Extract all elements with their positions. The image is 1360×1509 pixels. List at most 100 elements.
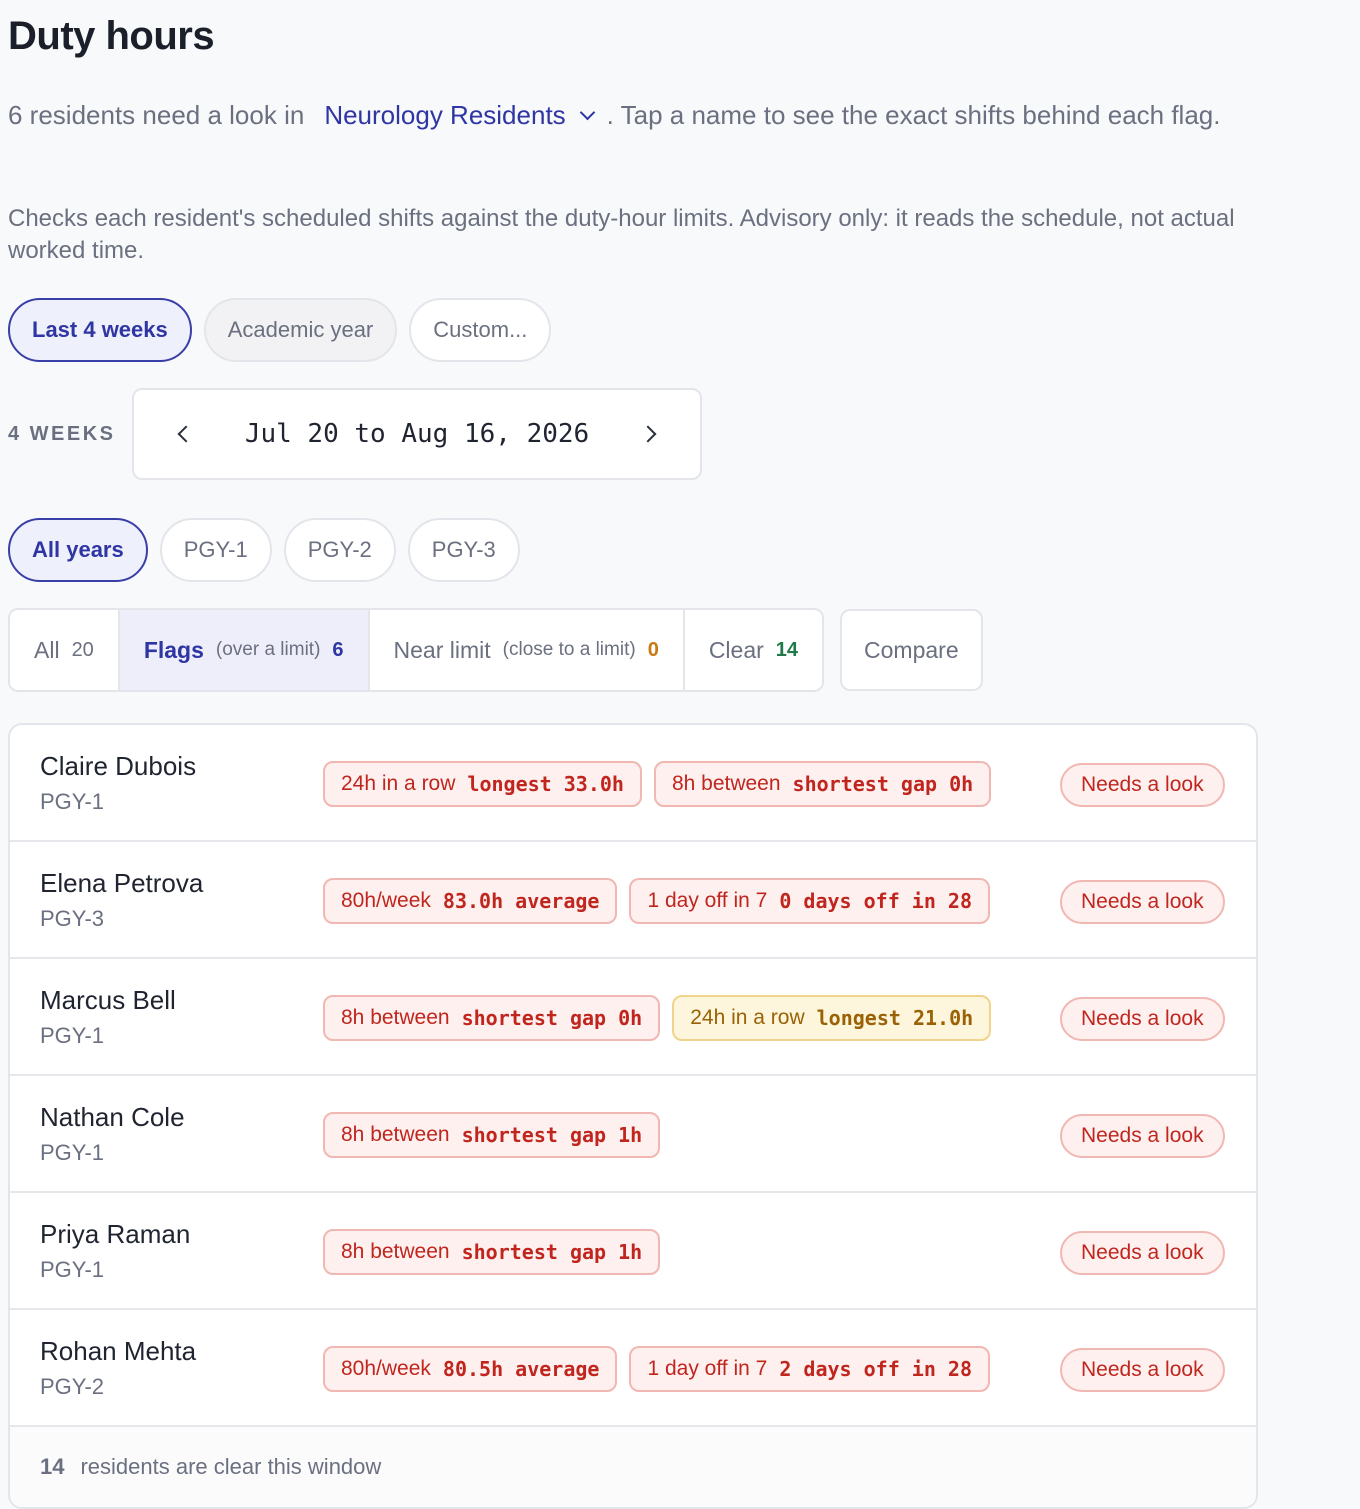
clear-summary: 14 residents are clear this window: [10, 1427, 1256, 1507]
date-range-row: 4 WEEKS Jul 20 to Aug 16, 2026: [8, 388, 702, 480]
flag-chips: 80h/week 83.0h average 1 day off in 7 0 …: [323, 878, 990, 924]
tab-all-label: All: [34, 636, 60, 663]
resident-year: PGY-2: [40, 1374, 105, 1399]
year-filter-pgy-1[interactable]: PGY-1: [159, 518, 272, 582]
chevron-left-icon: [177, 425, 195, 443]
status-badge: Needs a look: [1060, 880, 1225, 924]
tab-clear[interactable]: Clear 14: [685, 610, 822, 690]
flag-chips: 24h in a row longest 33.0h 8h between sh…: [323, 761, 992, 807]
page-title: Duty hours: [8, 14, 215, 58]
tab-all[interactable]: All 20: [10, 610, 120, 690]
flag-value: 83.0h average: [442, 889, 600, 913]
resident-row[interactable]: Rohan Mehta PGY-2 80h/week 80.5h average…: [10, 1310, 1256, 1427]
chevron-right-icon: [639, 425, 657, 443]
date-range-text: Jul 20 to Aug 16, 2026: [244, 419, 590, 449]
resident-name[interactable]: Rohan Mehta: [40, 1336, 196, 1367]
flag-chip: 1 day off in 7 0 days off in 28: [629, 878, 990, 924]
tab-near-limit[interactable]: Near limit (close to a limit) 0: [370, 610, 685, 690]
flag-chips: 8h between shortest gap 1h: [323, 1112, 661, 1158]
status-badge: Needs a look: [1060, 1348, 1225, 1392]
status-badge: Needs a look: [1060, 997, 1225, 1041]
tab-near-count: 0: [647, 638, 659, 661]
flag-value: 80.5h average: [442, 1357, 600, 1381]
resident-year: PGY-1: [40, 789, 105, 814]
resident-year: PGY-3: [40, 906, 105, 931]
flag-value: shortest gap 0h: [461, 1006, 643, 1030]
flag-chip: 8h between shortest gap 0h: [653, 761, 992, 807]
resident-row[interactable]: Elena Petrova PGY-3 80h/week 83.0h avera…: [10, 842, 1256, 959]
year-filter-pgy-3[interactable]: PGY-3: [407, 518, 520, 582]
page-description: Checks each resident's scheduled shifts …: [8, 205, 1235, 264]
flag-rule: 1 day off in 7: [647, 889, 768, 912]
flag-value: longest 21.0h: [816, 1006, 974, 1030]
compare-button[interactable]: Compare: [840, 609, 983, 691]
resident-year: PGY-1: [40, 1140, 105, 1165]
tab-flags-count: 6: [332, 638, 344, 661]
next-range-button[interactable]: [636, 420, 664, 448]
flag-chip: 80h/week 80.5h average: [323, 1346, 618, 1392]
tab-clear-count: 14: [775, 638, 799, 661]
clear-summary-text: residents are clear this window: [80, 1454, 382, 1479]
flag-value: 0 days off in 28: [779, 889, 972, 913]
flag-value: 2 days off in 28: [779, 1357, 972, 1381]
resident-name[interactable]: Marcus Bell: [40, 985, 176, 1016]
status-badge: Needs a look: [1060, 763, 1225, 807]
flag-chip: 24h in a row longest 33.0h: [323, 761, 642, 807]
status-badge: Needs a look: [1060, 1114, 1225, 1158]
year-filter-all[interactable]: All years: [8, 518, 148, 582]
flag-chips: 8h between shortest gap 0h 24h in a row …: [323, 995, 992, 1041]
flag-value: longest 33.0h: [467, 772, 624, 796]
year-filter-group: All years PGY-1 PGY-2 PGY-3: [8, 518, 520, 582]
range-preset-last-4-weeks[interactable]: Last 4 weeks: [8, 298, 192, 362]
flag-value: shortest gap 0h: [792, 772, 974, 796]
resident-name[interactable]: Claire Dubois: [40, 751, 196, 782]
chevron-down-icon: [579, 104, 595, 121]
clear-summary-count: 14: [40, 1454, 65, 1479]
flag-rule: 80h/week: [341, 889, 431, 912]
flag-rule: 8h between: [341, 1123, 450, 1146]
range-preset-custom[interactable]: Custom...: [409, 298, 552, 362]
flag-rule: 24h in a row: [341, 772, 456, 795]
range-span-label: 4 WEEKS: [8, 422, 116, 445]
flag-chip: 8h between shortest gap 0h: [323, 995, 661, 1041]
flag-rule: 1 day off in 7: [647, 1357, 768, 1380]
tab-flags-hint: (over a limit): [215, 639, 321, 660]
status-tabs: All 20 Flags (over a limit) 6 Near limit…: [8, 608, 825, 692]
tab-near-label: Near limit: [393, 636, 491, 663]
flag-chip: 8h between shortest gap 1h: [323, 1229, 661, 1275]
resident-row[interactable]: Claire Dubois PGY-1 24h in a row longest…: [10, 725, 1256, 842]
group-selector-label: Neurology Residents: [324, 100, 566, 130]
subtitle-suffix: . Tap a name to see the exact shifts beh…: [606, 100, 1221, 130]
status-tabs-row: All 20 Flags (over a limit) 6 Near limit…: [8, 608, 983, 692]
flag-rule: 8h between: [671, 772, 781, 795]
range-preset-academic-year[interactable]: Academic year: [203, 298, 398, 362]
range-preset-group: Last 4 weeks Academic year Custom...: [8, 298, 552, 362]
status-badge: Needs a look: [1060, 1231, 1225, 1275]
flag-rule: 80h/week: [341, 1357, 431, 1380]
subtitle-prefix: 6 residents need a look in: [8, 100, 305, 130]
tab-clear-label: Clear: [708, 636, 764, 663]
tab-all-count: 20: [71, 638, 94, 661]
near-limit-chip: 24h in a row longest 21.0h: [672, 995, 992, 1041]
resident-name[interactable]: Priya Raman: [40, 1219, 190, 1250]
resident-name[interactable]: Nathan Cole: [40, 1102, 185, 1133]
year-filter-pgy-2[interactable]: PGY-2: [283, 518, 396, 582]
flag-rule: 24h in a row: [690, 1006, 805, 1029]
resident-row[interactable]: Nathan Cole PGY-1 8h between shortest ga…: [10, 1076, 1256, 1193]
resident-list: Claire Dubois PGY-1 24h in a row longest…: [8, 723, 1258, 1509]
duty-hours-page: Duty hours 6 residents need a look in Ne…: [0, 0, 1360, 1509]
date-range-navigator: Jul 20 to Aug 16, 2026: [132, 388, 702, 480]
resident-name[interactable]: Elena Petrova: [40, 868, 203, 899]
flag-rule: 8h between: [341, 1240, 450, 1263]
resident-row[interactable]: Marcus Bell PGY-1 8h between shortest ga…: [10, 959, 1256, 1076]
resident-year: PGY-1: [40, 1257, 105, 1282]
group-selector[interactable]: Neurology Residents: [324, 100, 595, 131]
resident-row[interactable]: Priya Raman PGY-1 8h between shortest ga…: [10, 1193, 1256, 1310]
tab-flags-label: Flags: [143, 636, 204, 663]
previous-range-button[interactable]: [170, 420, 198, 448]
flag-value: shortest gap 1h: [461, 1123, 643, 1147]
tab-flags[interactable]: Flags (over a limit) 6: [119, 610, 370, 690]
flag-rule: 8h between: [341, 1006, 450, 1029]
flag-chip: 80h/week 83.0h average: [323, 878, 618, 924]
flag-chips: 8h between shortest gap 1h: [323, 1229, 661, 1275]
